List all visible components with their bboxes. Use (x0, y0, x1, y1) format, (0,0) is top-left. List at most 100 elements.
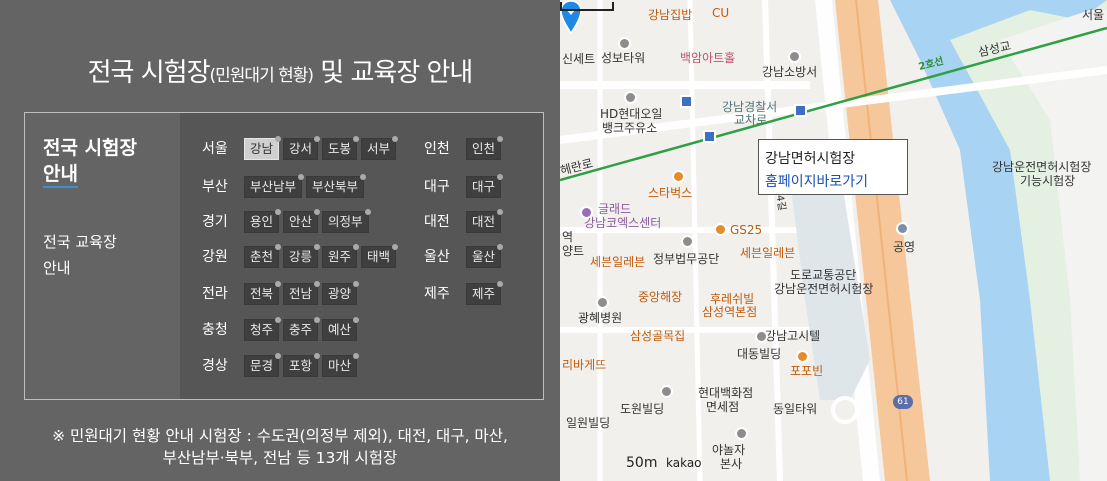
site-button[interactable]: 의정부 (322, 209, 371, 233)
site-button-label: 강남 (250, 141, 274, 156)
site-button[interactable]: 강서 (283, 136, 321, 160)
site-button-group: 울산 (466, 244, 505, 268)
site-button[interactable]: 춘천 (244, 244, 282, 268)
nav-education-sites[interactable]: 전국 교육장 안내 (43, 229, 117, 281)
site-button[interactable]: 청주 (244, 317, 282, 341)
status-dot-icon (392, 136, 399, 142)
map-label: 백암아트홀 (680, 51, 736, 65)
subway-exit-icon (703, 130, 716, 143)
site-button[interactable]: 포항 (283, 353, 321, 377)
map-label: 리바게뜨 (562, 358, 607, 372)
status-dot-icon (275, 353, 282, 359)
site-button-label: 포항 (289, 358, 313, 373)
map-label: 양트 (562, 244, 585, 258)
map-label: 강남코엑스센터 (584, 216, 662, 230)
site-button-label: 원주 (328, 249, 352, 264)
building-icon (681, 235, 694, 248)
site-button-group: 부산남부 부산북부 (244, 174, 368, 198)
scale-label: 50m (626, 455, 658, 471)
map-label: 본사 (720, 457, 743, 471)
route-61-badge: 61 (893, 395, 913, 409)
site-button-label: 마산 (328, 358, 352, 373)
popup-title: 강남면허시험장 (765, 151, 856, 167)
site-button[interactable]: 강릉 (283, 244, 321, 268)
site-button[interactable]: 강남 (244, 136, 282, 160)
site-button[interactable]: 태백 (361, 244, 399, 268)
scale-bar (560, 2, 614, 11)
notice-line-1: ※ 민원대기 현황 안내 시험장 : 수도권(의정부 제외), 대전, 대구, … (52, 427, 508, 445)
map-label: HD현대오일 (600, 107, 663, 121)
status-dot-icon (298, 174, 305, 180)
status-dot-icon (392, 244, 399, 250)
site-button[interactable]: 전북 (244, 281, 282, 305)
map-label: 야놀자 (712, 443, 746, 457)
site-button-label: 전북 (250, 286, 274, 301)
site-button[interactable]: 충주 (283, 317, 321, 341)
status-dot-icon (314, 136, 321, 142)
status-dot-icon (275, 244, 282, 250)
map-label: 세븐일레븐 (590, 255, 646, 269)
site-button[interactable]: 대구 (466, 174, 504, 198)
site-button-group: 용인 안산 의정부 (244, 209, 373, 233)
site-button[interactable]: 마산 (322, 353, 360, 377)
site-button[interactable]: 용인 (244, 209, 282, 233)
status-dot-icon (353, 281, 360, 287)
building-icon (755, 330, 768, 343)
status-dot-icon (314, 244, 321, 250)
site-button[interactable]: 광양 (322, 281, 360, 305)
nav-exam-sites[interactable]: 전국 시험장 안내 (43, 135, 137, 188)
site-button[interactable]: 문경 (244, 353, 282, 377)
region-label: 제주 (424, 286, 450, 302)
site-button[interactable]: 안산 (283, 209, 321, 233)
site-button[interactable]: 부산남부 (244, 174, 305, 198)
status-dot-icon (497, 281, 504, 287)
site-button-label: 의정부 (328, 214, 363, 229)
site-button-label: 부산남부 (250, 179, 297, 194)
map-label: 뱅크주유소 (602, 121, 658, 135)
site-button[interactable]: 울산 (466, 244, 504, 268)
status-dot-icon (353, 317, 360, 323)
site-button[interactable]: 대전 (466, 209, 504, 233)
map-label: 스타벅스 (648, 186, 693, 200)
map-label: 공영 (893, 240, 916, 254)
map-label: CU (712, 6, 730, 20)
map-label: 광혜병원 (578, 311, 623, 325)
site-button-group: 문경 포항 마산 (244, 353, 361, 377)
status-dot-icon (275, 136, 282, 142)
site-button-label: 춘천 (250, 249, 274, 264)
building-icon (660, 385, 673, 398)
map-label: 성보타워 (601, 51, 646, 65)
location-map[interactable]: 2호선 61 딩 강남집밥 CU 서울 신세트 성보타워 백암아트홀 강남소방서… (560, 0, 1107, 481)
map-label: 삼성역본점 (702, 305, 758, 319)
parking-icon (896, 222, 909, 235)
site-button[interactable]: 예산 (322, 317, 360, 341)
status-dot-icon (275, 209, 282, 215)
status-dot-icon (314, 209, 321, 215)
site-button-label: 문경 (250, 358, 274, 373)
notice-line-2: 부산남부·북부, 전남 등 13개 시험장 (162, 449, 398, 467)
site-button[interactable]: 도봉 (322, 136, 360, 160)
site-button[interactable]: 인천 (466, 136, 504, 160)
region-label: 대구 (424, 179, 450, 195)
kakao-logo: kakao (666, 456, 702, 470)
site-button[interactable]: 원주 (322, 244, 360, 268)
site-button-group: 전북 전남 광양 (244, 281, 361, 305)
site-button[interactable]: 제주 (466, 281, 504, 305)
site-button[interactable]: 서부 (361, 136, 399, 160)
site-button-label: 강서 (289, 141, 313, 156)
building-icon (618, 37, 631, 50)
map-label: 도원빌딩 (620, 402, 665, 416)
map-label: 강남운전면허시험장 (992, 160, 1092, 174)
map-label: 현대백화점 (698, 386, 754, 400)
site-button[interactable]: 부산북부 (306, 174, 367, 198)
homepage-link[interactable]: 홈페이지바로가기 (765, 171, 868, 191)
site-button-label: 전남 (289, 286, 313, 301)
region-label: 충청 (202, 322, 228, 338)
site-button[interactable]: 전남 (283, 281, 321, 305)
site-button-label: 광양 (328, 286, 352, 301)
status-dot-icon (275, 317, 282, 323)
site-button-label: 청주 (250, 322, 274, 337)
status-dot-icon (497, 174, 504, 180)
region-label: 강원 (202, 249, 228, 265)
status-dot-icon (360, 174, 367, 180)
